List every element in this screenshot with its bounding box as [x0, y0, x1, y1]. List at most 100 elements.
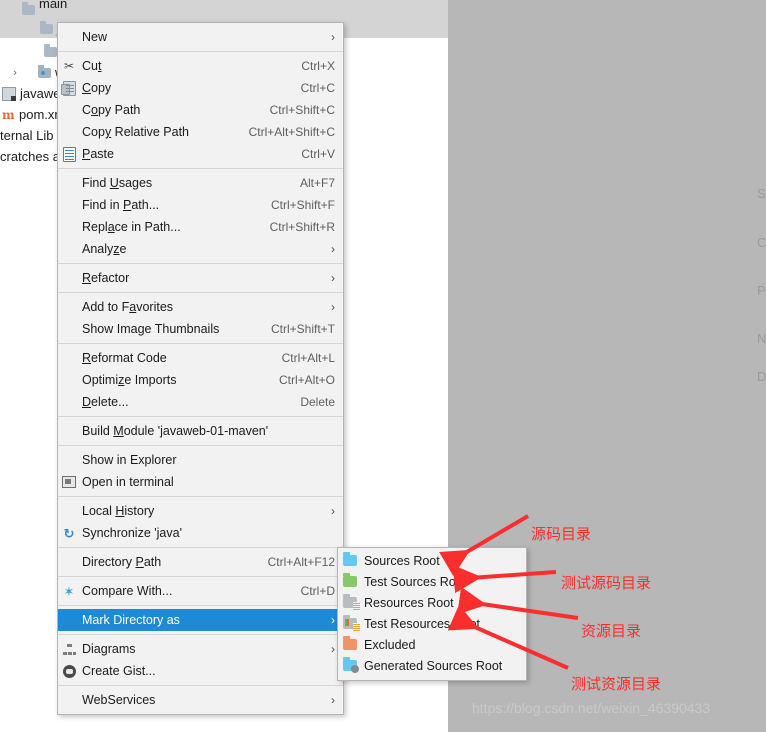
menu-item-icon: [58, 216, 80, 238]
menu-item-replace-in-path[interactable]: Replace in Path... Ctrl+Shift+R: [58, 216, 343, 238]
menu-item-delete[interactable]: Delete... Delete: [58, 391, 343, 413]
menu-item-shortcut: Ctrl+Alt+L: [281, 351, 335, 365]
submenu-item-excluded[interactable]: Excluded: [338, 634, 526, 655]
submenu-item-sources-root[interactable]: Sources Root: [338, 550, 526, 571]
menu-item-label: Copy Path: [82, 103, 141, 117]
menu-item-icon: [58, 420, 80, 442]
menu-item-refactor[interactable]: Refactor ›: [58, 267, 343, 289]
mark-directory-as-submenu[interactable]: Sources Root Test Sources Root Resources R…: [337, 547, 527, 681]
menu-item-icon: [58, 551, 80, 573]
chevron-right-icon[interactable]: ›: [10, 67, 20, 79]
edge-text-fragment: S: [757, 186, 766, 201]
copy-icon: [60, 80, 76, 96]
annotation-label-test-resource-dir: 测试资源目录: [571, 675, 662, 693]
menu-item-label: Cut: [82, 59, 102, 73]
submenu-item-icon: [338, 655, 362, 677]
folder-icon: [44, 43, 57, 57]
menu-item-label: New: [82, 30, 108, 44]
menu-item-cut[interactable]: ✂ Cut Ctrl+X: [58, 55, 343, 77]
menu-item-icon: [58, 77, 80, 99]
menu-item-shortcut: Delete: [300, 395, 335, 409]
menu-item-find-in-path[interactable]: Find in Path... Ctrl+Shift+F: [58, 194, 343, 216]
menu-item-directory-path[interactable]: Directory Path Ctrl+Alt+F12: [58, 551, 343, 573]
menu-item-optimize-imports[interactable]: Optimize Imports Ctrl+Alt+O: [58, 369, 343, 391]
tree-item-label: ternal Lib: [0, 128, 54, 143]
annotation-label-test-source-dir: 测试源码目录: [561, 574, 652, 592]
menu-item-label: Copy Relative Path: [82, 125, 190, 139]
menu-item-create-gist[interactable]: Create Gist...: [58, 660, 343, 682]
menu-item-icon: [58, 609, 80, 631]
menu-item-reformat-code[interactable]: Reformat Code Ctrl+Alt+L: [58, 347, 343, 369]
menu-separator: [58, 263, 343, 264]
submenu-item-generated-sources-root[interactable]: Generated Sources Root: [338, 655, 526, 676]
menu-item-label: Synchronize 'java': [82, 526, 182, 540]
terminal-icon: [62, 476, 76, 488]
diagram-icon: [62, 643, 76, 655]
menu-item-show-image-thumbnails[interactable]: Show Image Thumbnails Ctrl+Shift+T: [58, 318, 343, 340]
menu-item-label: Analyze: [82, 242, 127, 256]
tree-item-label: main: [39, 0, 68, 11]
menu-item-mark-directory-as[interactable]: Mark Directory as ›: [58, 609, 343, 631]
menu-item-copy-relative-path[interactable]: Copy Relative Path Ctrl+Alt+Shift+C: [58, 121, 343, 143]
chevron-right-icon: ›: [331, 642, 335, 656]
chevron-right-icon: ›: [331, 693, 335, 707]
menu-item-copy-path[interactable]: Copy Path Ctrl+Shift+C: [58, 99, 343, 121]
menu-item-icon: ✶: [58, 580, 80, 602]
folder-sources-root-icon: [343, 552, 357, 566]
menu-separator: [58, 634, 343, 635]
menu-item-analyze[interactable]: Analyze ›: [58, 238, 343, 260]
menu-item-icon: [58, 172, 80, 194]
menu-item-shortcut: Ctrl+X: [301, 59, 335, 73]
menu-item-shortcut: Ctrl+Alt+O: [278, 373, 335, 387]
menu-item-icon: [58, 194, 80, 216]
submenu-item-icon: [338, 571, 362, 593]
chevron-right-icon: ›: [331, 242, 335, 256]
submenu-item-icon: [338, 613, 362, 635]
menu-item-new[interactable]: New ›: [58, 26, 343, 48]
gist-icon: [62, 664, 76, 678]
menu-separator: [58, 547, 343, 548]
menu-item-copy[interactable]: Copy Ctrl+C: [58, 77, 343, 99]
menu-item-label: Add to Favorites: [82, 300, 174, 314]
menu-item-open-in-terminal[interactable]: Open in terminal: [58, 471, 343, 493]
menu-item-icon: [58, 121, 80, 143]
chevron-right-icon: ›: [331, 613, 335, 627]
menu-separator: [58, 416, 343, 417]
submenu-item-icon: [338, 550, 362, 572]
menu-item-label: Build Module 'javaweb-01-maven': [82, 424, 269, 438]
menu-item-add-to-favorites[interactable]: Add to Favorites ›: [58, 296, 343, 318]
menu-item-icon: [58, 318, 80, 340]
menu-item-show-in-explorer[interactable]: Show in Explorer: [58, 449, 343, 471]
menu-item-paste[interactable]: Paste Ctrl+V: [58, 143, 343, 165]
menu-item-shortcut: Ctrl+Alt+F12: [267, 555, 335, 569]
menu-item-synchronize-java[interactable]: ↻ Synchronize 'java': [58, 522, 343, 544]
menu-item-label: Delete...: [82, 395, 129, 409]
folder-icon: [22, 1, 35, 15]
submenu-item-test-resources-root[interactable]: Test Resources Root: [338, 613, 526, 634]
menu-item-build-module-javaweb-01-maven[interactable]: Build Module 'javaweb-01-maven': [58, 420, 343, 442]
menu-item-label: Copy: [82, 81, 112, 95]
tree-row[interactable]: main: [0, 0, 448, 19]
folder-generated-sources-root-icon: [343, 657, 359, 673]
menu-item-label: Local History: [82, 504, 155, 518]
context-menu[interactable]: New › ✂ Cut Ctrl+X Copy Ctrl+C Copy Path Ctrl+Sh…: [57, 22, 344, 715]
menu-item-icon: [58, 660, 80, 682]
menu-item-compare-with[interactable]: ✶ Compare With... Ctrl+D: [58, 580, 343, 602]
menu-item-label: Optimize Imports: [82, 373, 177, 387]
submenu-item-resources-root[interactable]: Resources Root: [338, 592, 526, 613]
menu-separator: [58, 605, 343, 606]
menu-item-local-history[interactable]: Local History ›: [58, 500, 343, 522]
menu-item-find-usages[interactable]: Find Usages Alt+F7: [58, 172, 343, 194]
menu-item-shortcut: Ctrl+Shift+R: [269, 220, 335, 234]
submenu-item-test-sources-root[interactable]: Test Sources Root: [338, 571, 526, 592]
edge-text-fragment: P: [757, 283, 766, 298]
menu-item-shortcut: Ctrl+Alt+Shift+C: [248, 125, 335, 139]
menu-item-diagrams[interactable]: Diagrams ›: [58, 638, 343, 660]
menu-separator: [58, 292, 343, 293]
menu-item-label: Open in terminal: [82, 475, 174, 489]
menu-item-icon: [58, 238, 80, 260]
menu-item-webservices[interactable]: WebServices ›: [58, 689, 343, 711]
menu-item-icon: [58, 347, 80, 369]
edge-text-fragment: C: [757, 235, 766, 250]
menu-item-label: Directory Path: [82, 555, 162, 569]
